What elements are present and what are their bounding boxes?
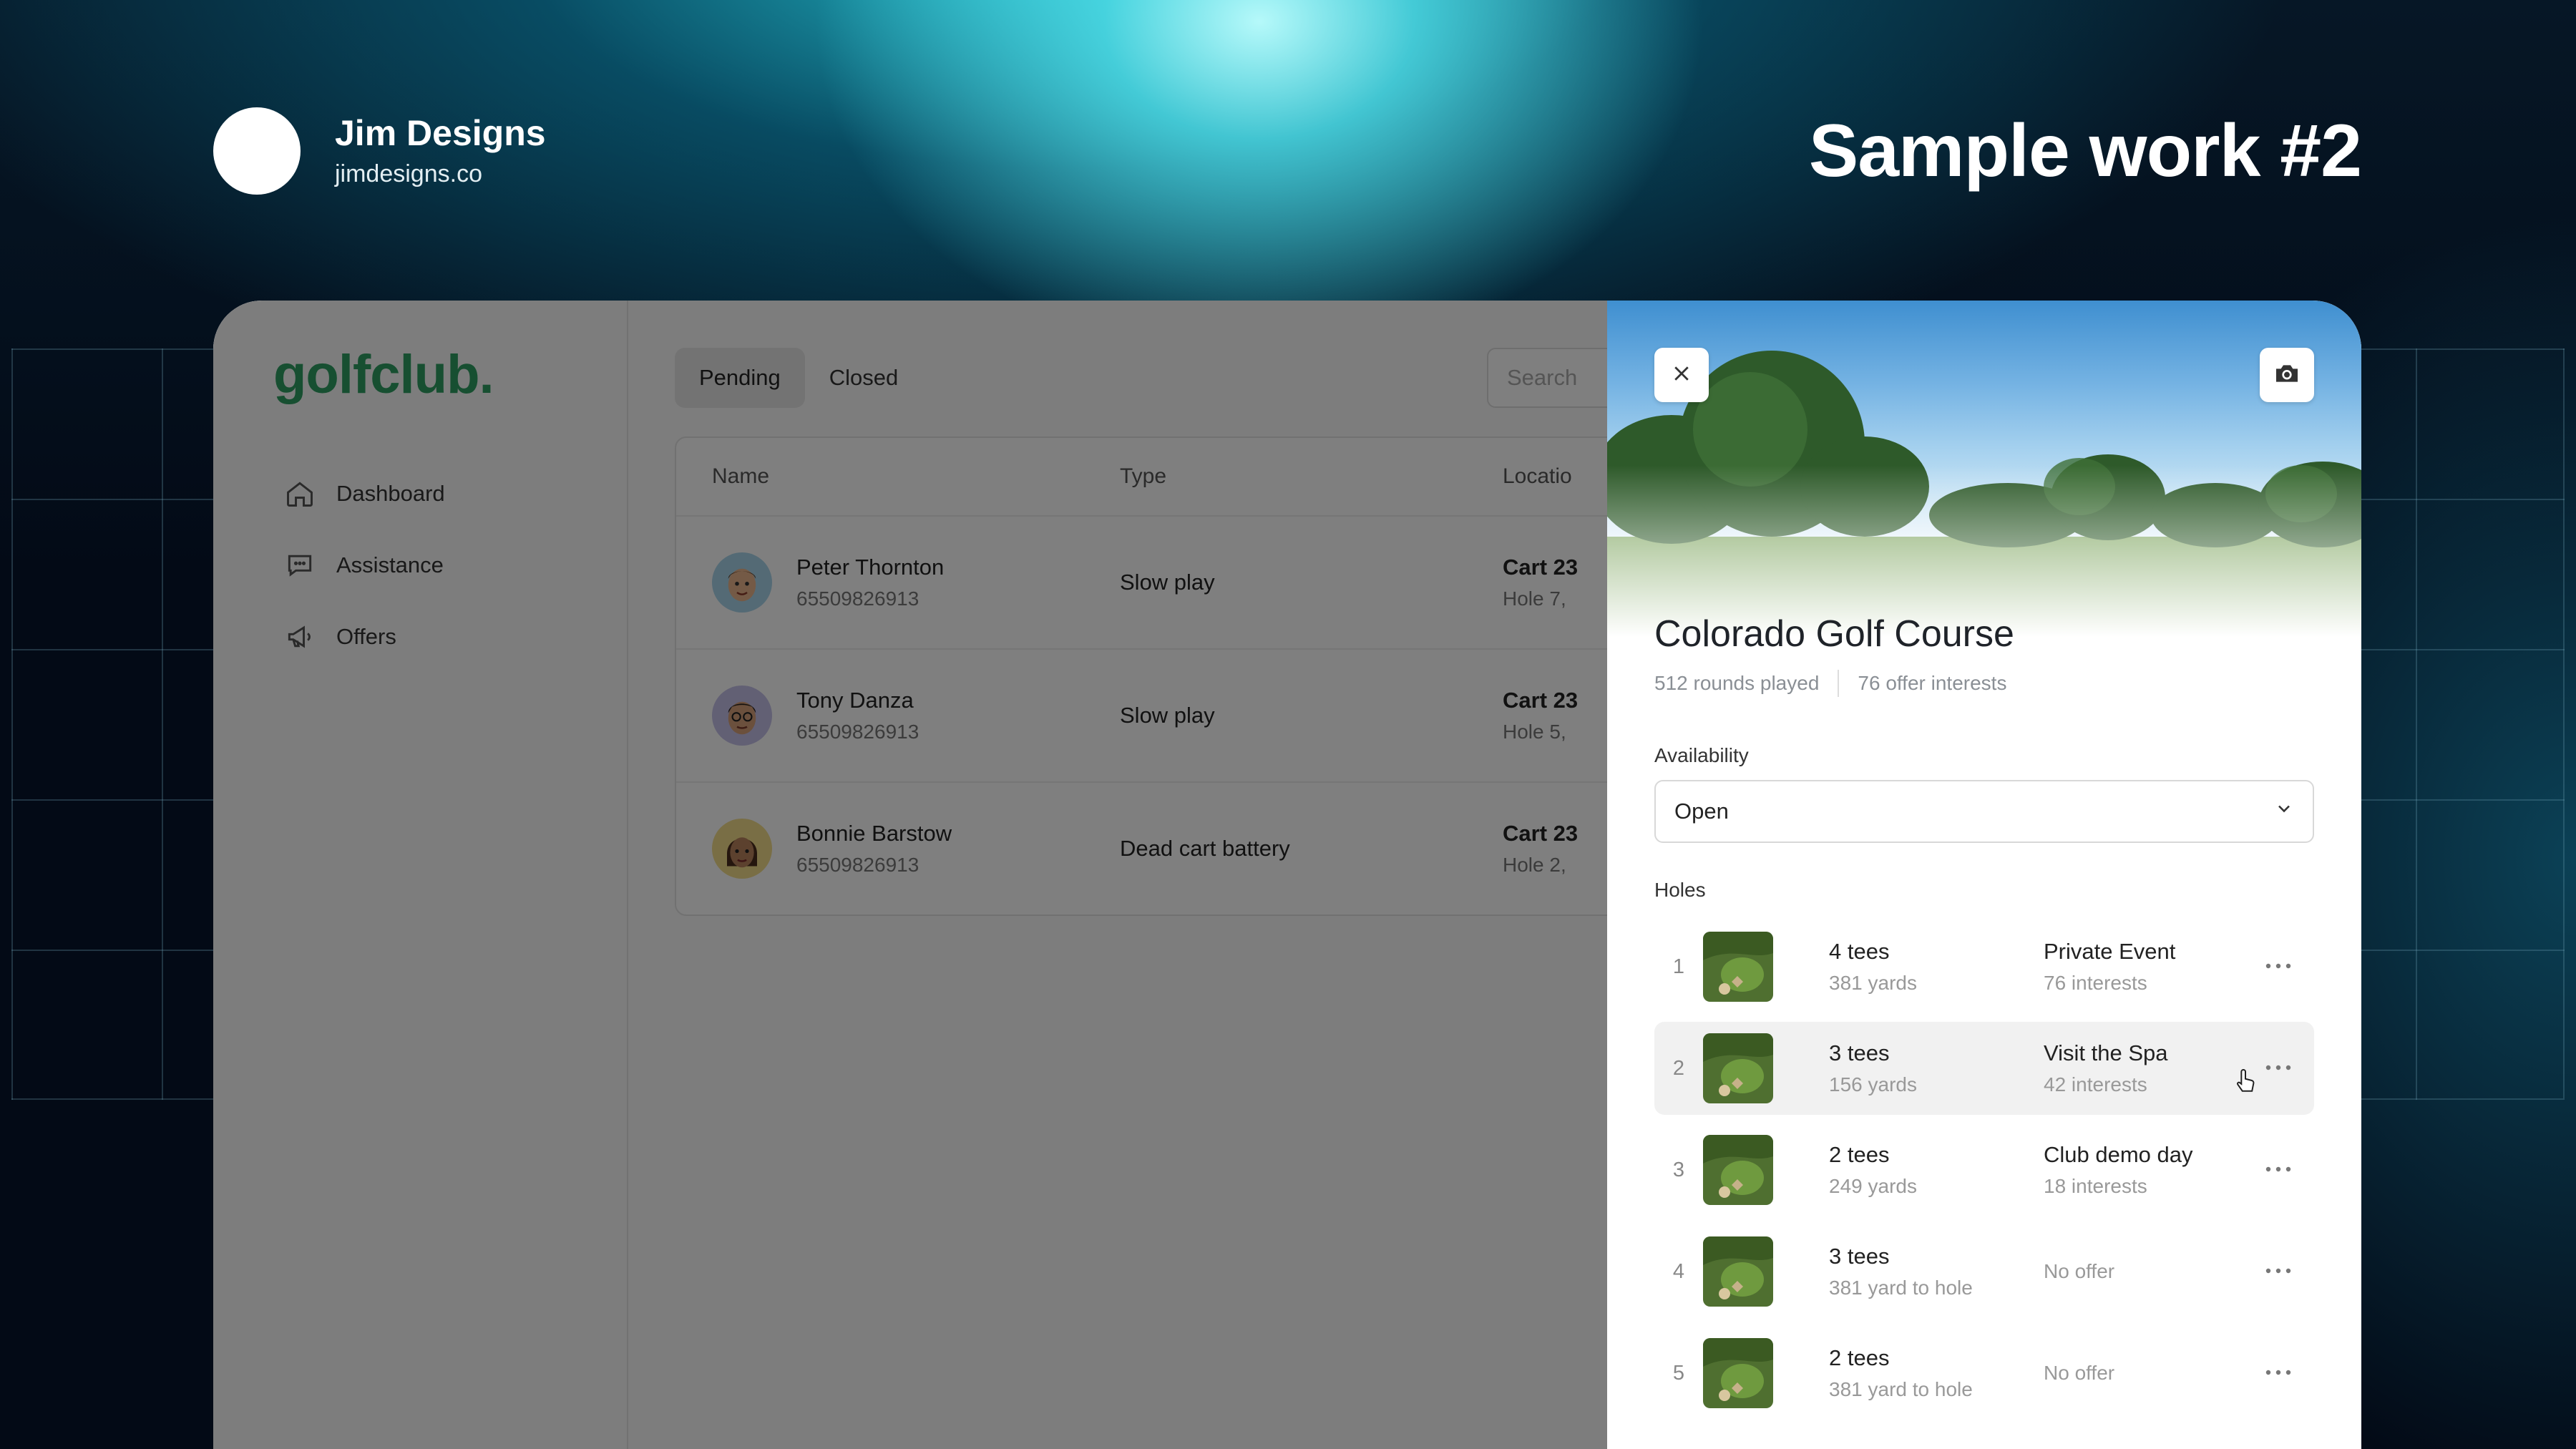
hole-yards: 156 yards <box>1829 1073 1917 1096</box>
hole-offer-interests: 76 interests <box>2044 972 2147 994</box>
hole-row[interactable]: 5 2 tees 381 yard to hole No offer <box>1654 1327 2314 1420</box>
hole-number: 3 <box>1672 1158 1685 1181</box>
hole-row[interactable]: 3 2 tees 249 yards Club demo day 18 inte… <box>1654 1123 2314 1216</box>
more-options-button[interactable] <box>2264 1123 2293 1216</box>
hole-yards: 381 yard to hole <box>1829 1277 1973 1299</box>
brand-name: Jim Designs <box>335 113 546 153</box>
hole-yards: 381 yards <box>1829 972 1917 994</box>
close-button[interactable] <box>1654 348 1709 402</box>
hole-tees: 4 tees <box>1829 939 1890 964</box>
hole-tees: 3 tees <box>1829 1244 1890 1269</box>
change-photo-button[interactable] <box>2260 348 2314 402</box>
brand-url: jimdesigns.co <box>335 160 482 187</box>
hole-thumbnail <box>1703 1135 1773 1205</box>
close-icon <box>1671 363 1692 388</box>
hole-offer-interests: 42 interests <box>2044 1073 2147 1096</box>
hole-offer-interests: 18 interests <box>2044 1175 2147 1197</box>
hole-yards: 381 yard to hole <box>1829 1378 1973 1400</box>
brand-block: Jim Designs jimdesigns.co <box>213 107 546 195</box>
holes-list: 1 4 tees 381 yards Private Event 76 inte… <box>1654 920 2314 1428</box>
more-options-button[interactable] <box>2264 1022 2293 1115</box>
hole-no-offer: No offer <box>2044 1260 2115 1282</box>
course-title: Colorado Golf Course <box>1654 613 2014 655</box>
more-icon <box>2264 1367 2293 1380</box>
hole-row[interactable]: 2 3 tees 156 yards Visit the Spa 42 inte… <box>1654 1022 2314 1115</box>
hole-offer: Club demo day <box>2044 1142 2193 1167</box>
hole-number: 1 <box>1672 955 1685 978</box>
more-options-button[interactable] <box>2264 920 2293 1013</box>
hole-yards: 249 yards <box>1829 1175 1917 1197</box>
hole-thumbnail <box>1703 932 1773 1002</box>
chevron-down-icon <box>2274 799 2294 824</box>
more-options-button[interactable] <box>2264 1327 2293 1420</box>
sample-title: Sample work #2 <box>1808 109 2362 192</box>
hole-tees: 2 tees <box>1829 1345 1890 1370</box>
hole-number: 2 <box>1672 1056 1685 1080</box>
brand-avatar <box>213 107 301 195</box>
rounds-played: 512 rounds played <box>1654 672 1820 694</box>
hole-thumbnail <box>1703 1033 1773 1103</box>
more-options-button[interactable] <box>2264 1225 2293 1318</box>
course-detail-panel: Colorado Golf Course 512 rounds played 7… <box>1607 301 2361 1449</box>
holes-label: Holes <box>1654 879 1706 901</box>
availability-select[interactable]: Open <box>1654 780 2314 843</box>
hole-row[interactable]: 4 3 tees 381 yard to hole No offer <box>1654 1225 2314 1318</box>
hole-tees: 3 tees <box>1829 1040 1890 1065</box>
course-stats: 512 rounds played 76 offer interests <box>1654 670 2006 697</box>
more-icon <box>2264 1265 2293 1278</box>
more-icon <box>2264 1163 2293 1176</box>
hole-number: 4 <box>1672 1259 1685 1283</box>
hand-cursor-icon <box>2233 1068 2258 1100</box>
more-icon <box>2264 960 2293 973</box>
camera-icon <box>2273 359 2301 391</box>
hole-offer: Visit the Spa <box>2044 1040 2168 1065</box>
course-hero-image <box>1607 301 2361 637</box>
hole-thumbnail <box>1703 1236 1773 1307</box>
availability-label: Availability <box>1654 744 1749 766</box>
stat-divider <box>1838 670 1840 697</box>
availability-value: Open <box>1674 799 1729 824</box>
more-icon <box>2264 1062 2293 1075</box>
hole-thumbnail <box>1703 1338 1773 1408</box>
hole-offer: Private Event <box>2044 939 2176 964</box>
hole-no-offer: No offer <box>2044 1362 2115 1384</box>
hole-row[interactable]: 1 4 tees 381 yards Private Event 76 inte… <box>1654 920 2314 1013</box>
hole-tees: 2 tees <box>1829 1142 1890 1167</box>
hole-number: 5 <box>1672 1361 1685 1385</box>
offer-interests: 76 offer interests <box>1858 672 2007 694</box>
